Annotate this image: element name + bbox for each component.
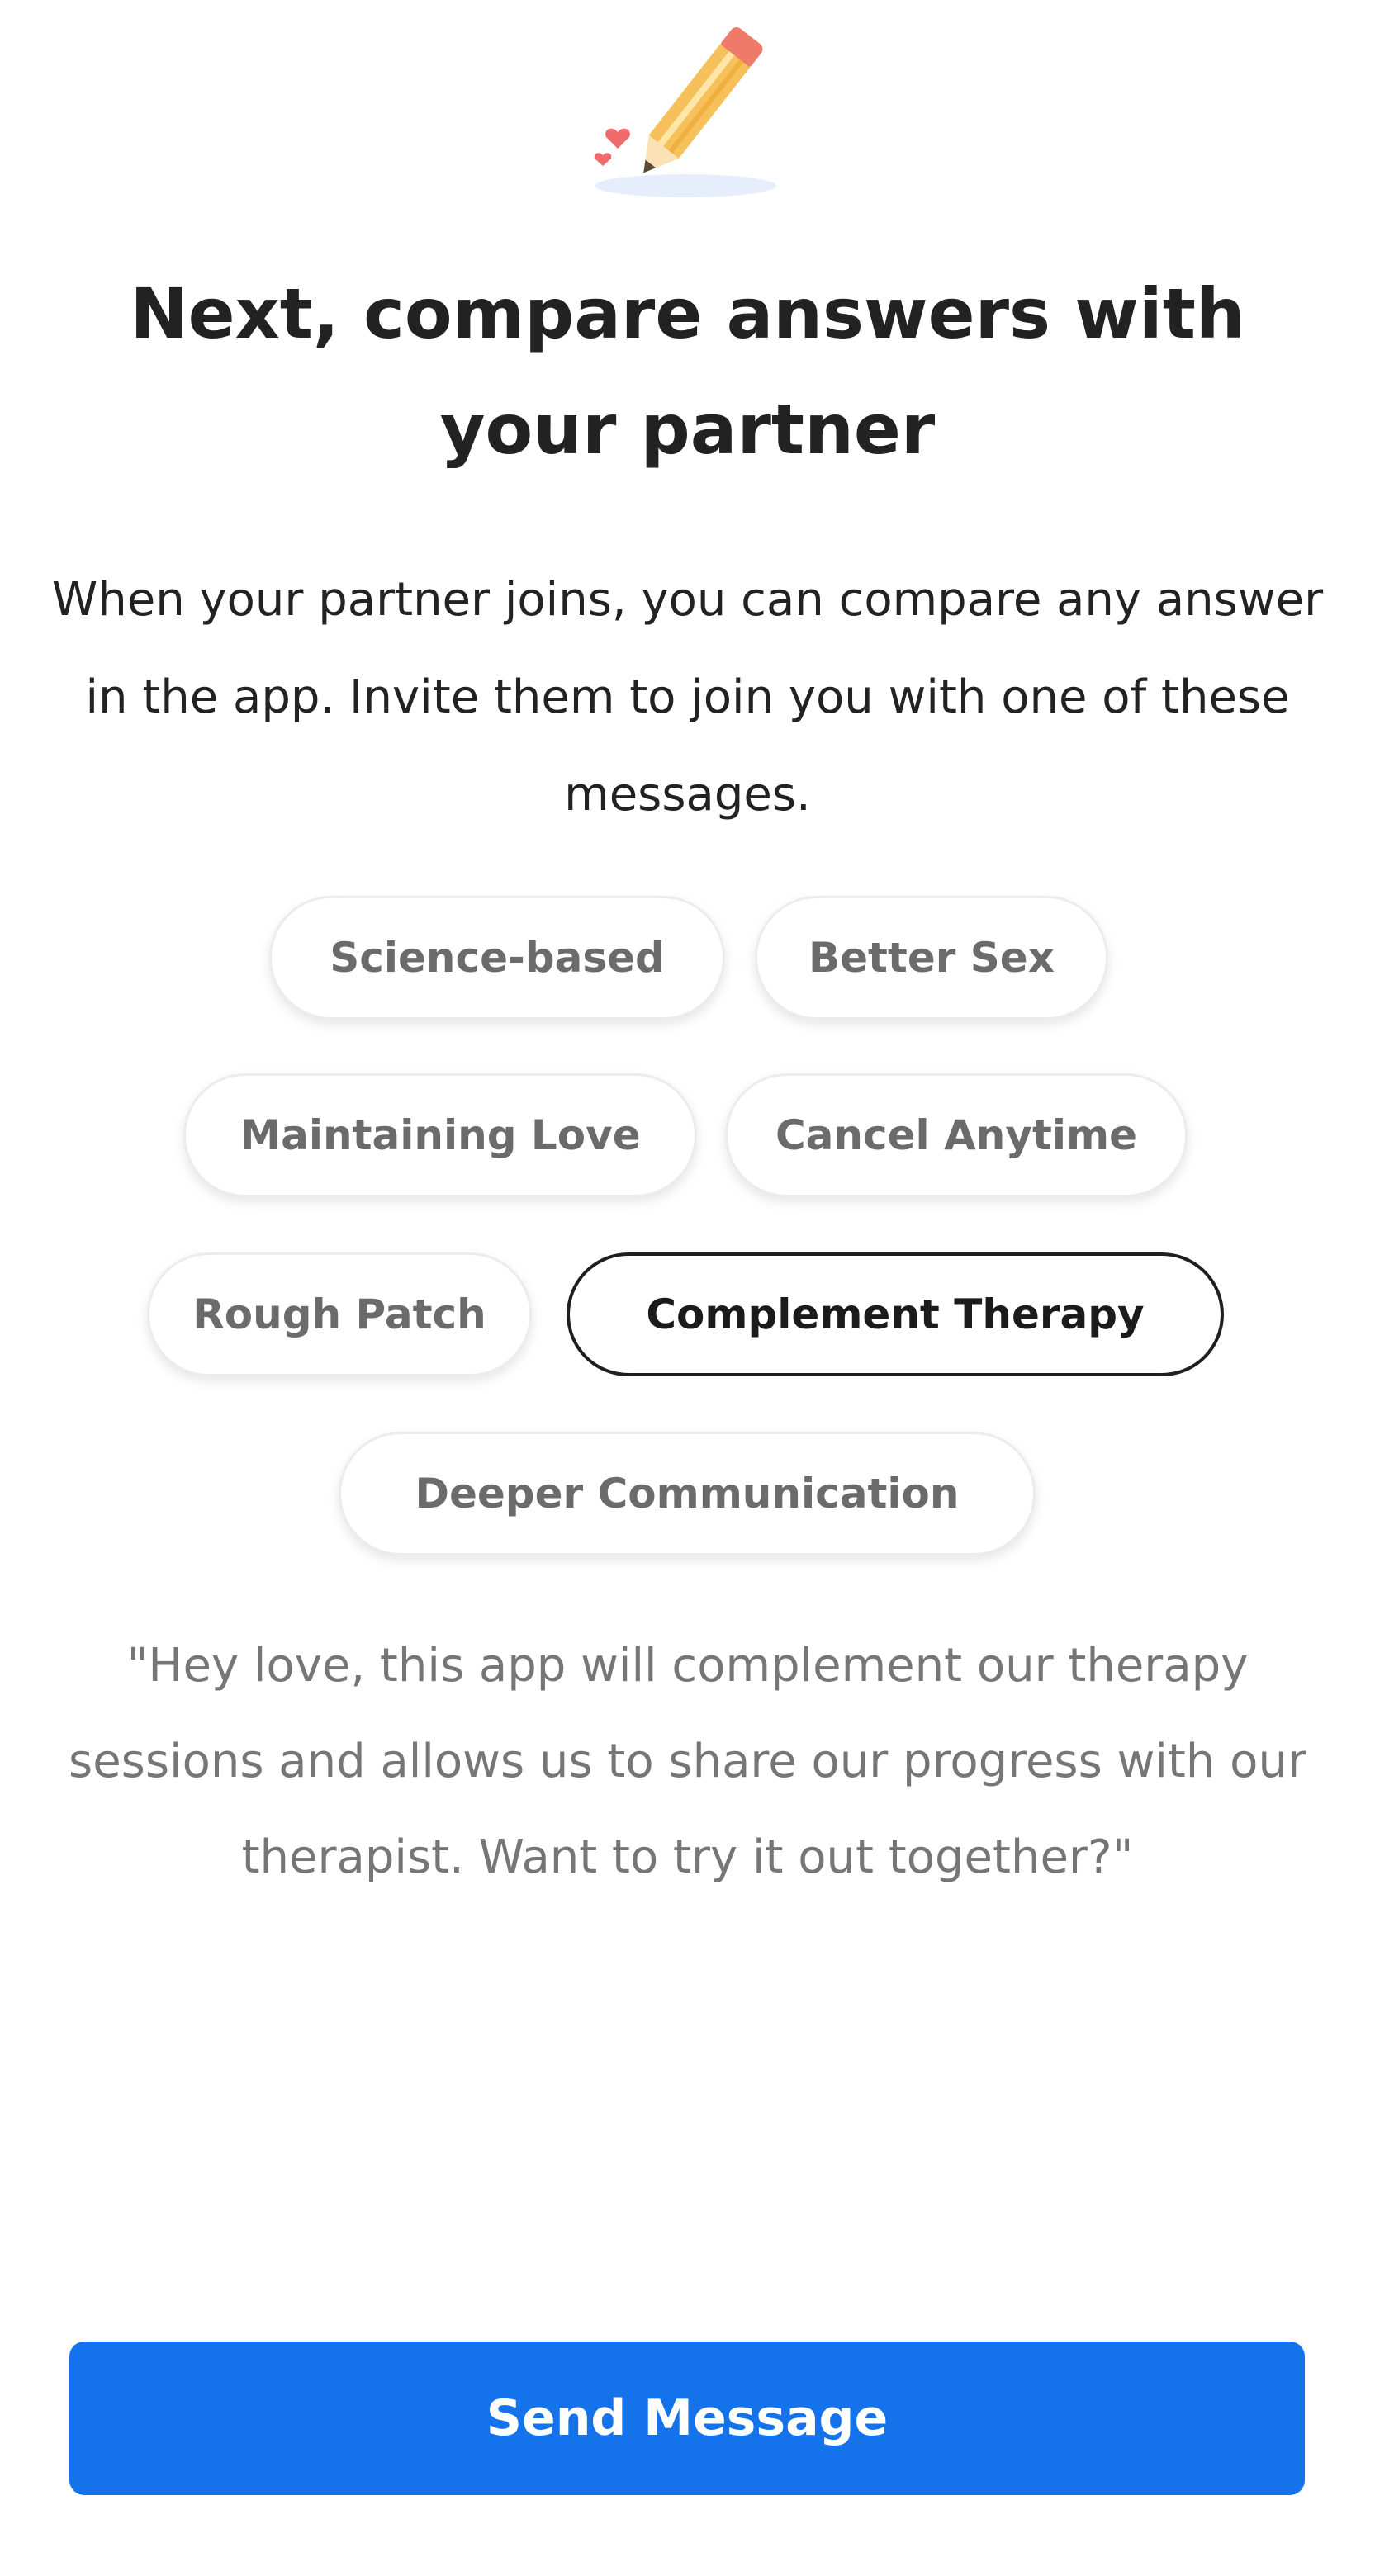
chip-cancel-anytime[interactable]: Cancel Anytime <box>725 1073 1188 1197</box>
page-subtitle: When your partner joins, you can compare… <box>51 573 1324 822</box>
hearts-icon <box>594 128 630 166</box>
chip-science-based[interactable]: Science-based <box>269 896 725 1020</box>
chip-deeper-communication[interactable]: Deeper Communication <box>339 1432 1036 1556</box>
message-preview: "Hey love, this app will complement our … <box>69 1639 1306 1884</box>
illustration-shadow <box>595 174 776 197</box>
chip-complement-therapy[interactable]: Complement Therapy <box>567 1252 1224 1376</box>
pencil-icon <box>643 27 763 173</box>
page-title: Next, compare answers with your partner <box>130 273 1245 470</box>
chip-maintaining-love[interactable]: Maintaining Love <box>183 1073 697 1197</box>
chip-rough-patch[interactable]: Rough Patch <box>147 1252 532 1376</box>
send-message-button[interactable]: Send Message <box>69 2342 1305 2495</box>
pencil-with-hearts-icon <box>594 27 776 197</box>
chip-better-sex[interactable]: Better Sex <box>755 896 1108 1020</box>
